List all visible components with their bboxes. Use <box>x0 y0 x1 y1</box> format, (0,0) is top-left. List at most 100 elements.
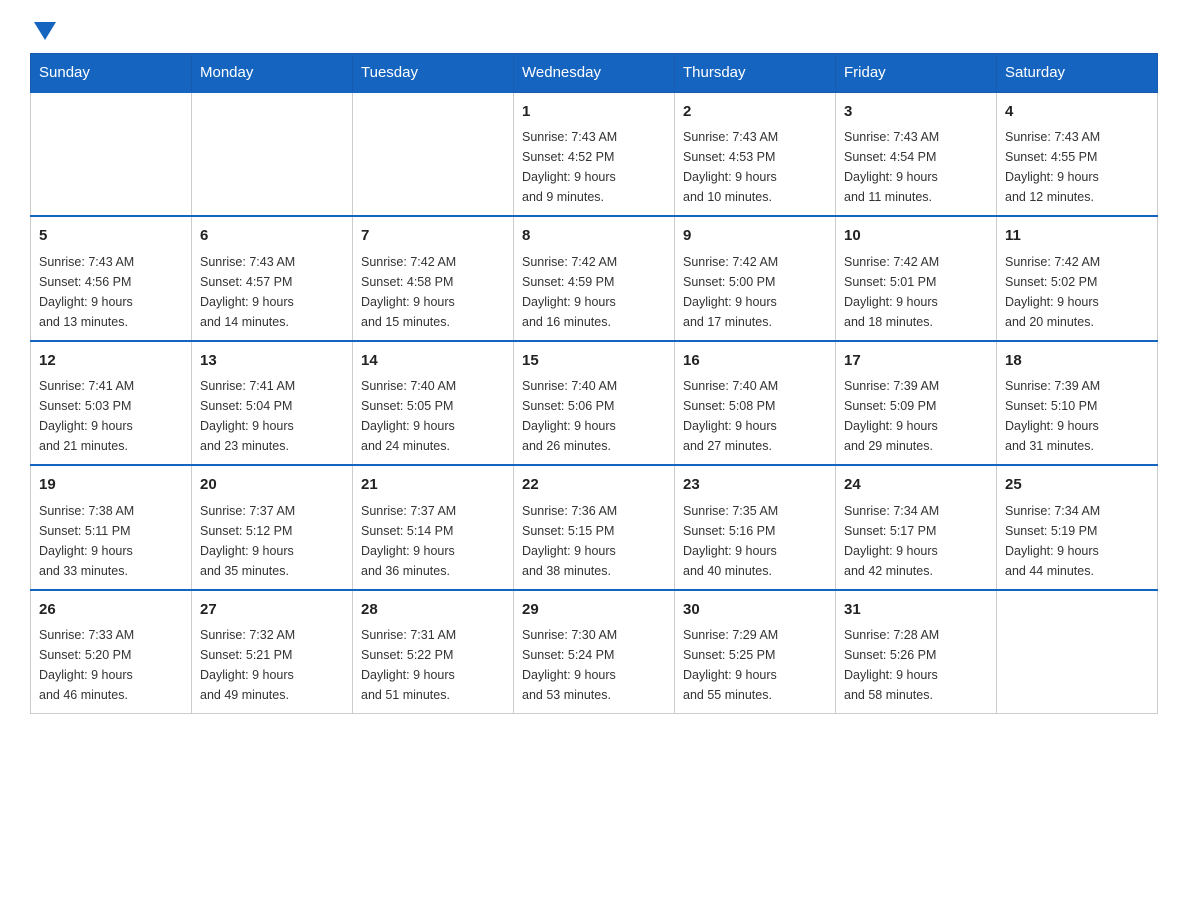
day-number: 25 <box>1005 474 1149 497</box>
calendar-cell: 22 Sunrise: 7:36 AM Sunset: 5:15 PM Dayli… <box>514 465 675 590</box>
day-number: 8 <box>522 225 666 248</box>
day-number: 26 <box>39 599 183 622</box>
calendar-cell: 15 Sunrise: 7:40 AM Sunset: 5:06 PM Dayli… <box>514 341 675 466</box>
day-number: 13 <box>200 350 344 373</box>
day-number: 11 <box>1005 225 1149 248</box>
calendar-cell: 12 Sunrise: 7:41 AM Sunset: 5:03 PM Dayli… <box>31 341 192 466</box>
day-number: 2 <box>683 101 827 124</box>
day-info: Sunrise: 7:40 AM Sunset: 5:05 PM Dayligh… <box>361 376 505 456</box>
day-info: Sunrise: 7:29 AM Sunset: 5:25 PM Dayligh… <box>683 625 827 705</box>
calendar-week-row: 1Sunrise: 7:43 AM Sunset: 4:52 PM Daylig… <box>31 92 1158 216</box>
calendar-cell: 29 Sunrise: 7:30 AM Sunset: 5:24 PM Dayli… <box>514 590 675 714</box>
calendar-week-row: 26Sunrise: 7:33 AM Sunset: 5:20 PM Dayli… <box>31 590 1158 714</box>
day-number: 6 <box>200 225 344 248</box>
calendar-cell: 6 Sunrise: 7:43 AM Sunset: 4:57 PM Daylig… <box>192 216 353 341</box>
day-number: 22 <box>522 474 666 497</box>
day-info: Sunrise: 7:43 AM Sunset: 4:56 PM Dayligh… <box>39 252 183 332</box>
logo-arrow-icon <box>34 22 56 44</box>
calendar-cell: 30 Sunrise: 7:29 AM Sunset: 5:25 PM Dayli… <box>675 590 836 714</box>
day-number: 5 <box>39 225 183 248</box>
day-info: Sunrise: 7:32 AM Sunset: 5:21 PM Dayligh… <box>200 625 344 705</box>
calendar-cell: 24Sunrise: 7:34 AM Sunset: 5:17 PM Dayli… <box>836 465 997 590</box>
day-info: Sunrise: 7:38 AM Sunset: 5:11 PM Dayligh… <box>39 501 183 581</box>
day-info: Sunrise: 7:42 AM Sunset: 5:02 PM Dayligh… <box>1005 252 1149 332</box>
day-info: Sunrise: 7:39 AM Sunset: 5:09 PM Dayligh… <box>844 376 988 456</box>
calendar-cell: 10 Sunrise: 7:42 AM Sunset: 5:01 PM Dayli… <box>836 216 997 341</box>
day-info: Sunrise: 7:41 AM Sunset: 5:03 PM Dayligh… <box>39 376 183 456</box>
calendar-cell: 23Sunrise: 7:35 AM Sunset: 5:16 PM Dayli… <box>675 465 836 590</box>
calendar-cell: 11 Sunrise: 7:42 AM Sunset: 5:02 PM Dayli… <box>997 216 1158 341</box>
calendar-cell <box>997 590 1158 714</box>
day-number: 10 <box>844 225 988 248</box>
day-number: 29 <box>522 599 666 622</box>
day-info: Sunrise: 7:36 AM Sunset: 5:15 PM Dayligh… <box>522 501 666 581</box>
day-number: 28 <box>361 599 505 622</box>
day-number: 1 <box>522 101 666 124</box>
day-info: Sunrise: 7:37 AM Sunset: 5:14 PM Dayligh… <box>361 501 505 581</box>
day-number: 19 <box>39 474 183 497</box>
day-number: 12 <box>39 350 183 373</box>
day-number: 30 <box>683 599 827 622</box>
day-number: 31 <box>844 599 988 622</box>
day-info: Sunrise: 7:42 AM Sunset: 4:59 PM Dayligh… <box>522 252 666 332</box>
day-info: Sunrise: 7:42 AM Sunset: 5:01 PM Dayligh… <box>844 252 988 332</box>
calendar-cell: 31 Sunrise: 7:28 AM Sunset: 5:26 PM Dayli… <box>836 590 997 714</box>
calendar-cell: 2 Sunrise: 7:43 AM Sunset: 4:53 PM Daylig… <box>675 92 836 216</box>
day-info: Sunrise: 7:34 AM Sunset: 5:17 PM Dayligh… <box>844 501 988 581</box>
calendar-cell: 21 Sunrise: 7:37 AM Sunset: 5:14 PM Dayli… <box>353 465 514 590</box>
weekday-header-monday: Monday <box>192 54 353 93</box>
calendar-cell: 7 Sunrise: 7:42 AM Sunset: 4:58 PM Daylig… <box>353 216 514 341</box>
day-number: 18 <box>1005 350 1149 373</box>
weekday-header-wednesday: Wednesday <box>514 54 675 93</box>
day-info: Sunrise: 7:43 AM Sunset: 4:54 PM Dayligh… <box>844 127 988 207</box>
day-number: 17 <box>844 350 988 373</box>
day-number: 16 <box>683 350 827 373</box>
weekday-header-friday: Friday <box>836 54 997 93</box>
calendar-cell: 18 Sunrise: 7:39 AM Sunset: 5:10 PM Dayli… <box>997 341 1158 466</box>
calendar-cell: 9 Sunrise: 7:42 AM Sunset: 5:00 PM Daylig… <box>675 216 836 341</box>
calendar-table: SundayMondayTuesdayWednesdayThursdayFrid… <box>30 53 1158 714</box>
weekday-header-sunday: Sunday <box>31 54 192 93</box>
calendar-cell: 4 Sunrise: 7:43 AM Sunset: 4:55 PM Daylig… <box>997 92 1158 216</box>
day-info: Sunrise: 7:43 AM Sunset: 4:55 PM Dayligh… <box>1005 127 1149 207</box>
weekday-header-thursday: Thursday <box>675 54 836 93</box>
day-number: 3 <box>844 101 988 124</box>
calendar-cell: 17 Sunrise: 7:39 AM Sunset: 5:09 PM Dayli… <box>836 341 997 466</box>
weekday-header-row: SundayMondayTuesdayWednesdayThursdayFrid… <box>31 54 1158 93</box>
page-header <box>30 20 1158 43</box>
day-number: 7 <box>361 225 505 248</box>
calendar-week-row: 19 Sunrise: 7:38 AM Sunset: 5:11 PM Dayli… <box>31 465 1158 590</box>
calendar-cell: 14Sunrise: 7:40 AM Sunset: 5:05 PM Dayli… <box>353 341 514 466</box>
day-info: Sunrise: 7:30 AM Sunset: 5:24 PM Dayligh… <box>522 625 666 705</box>
day-number: 4 <box>1005 101 1149 124</box>
day-info: Sunrise: 7:43 AM Sunset: 4:53 PM Dayligh… <box>683 127 827 207</box>
calendar-cell: 20Sunrise: 7:37 AM Sunset: 5:12 PM Dayli… <box>192 465 353 590</box>
calendar-cell: 16 Sunrise: 7:40 AM Sunset: 5:08 PM Dayli… <box>675 341 836 466</box>
calendar-cell: 19 Sunrise: 7:38 AM Sunset: 5:11 PM Dayli… <box>31 465 192 590</box>
day-info: Sunrise: 7:42 AM Sunset: 4:58 PM Dayligh… <box>361 252 505 332</box>
calendar-cell: 1Sunrise: 7:43 AM Sunset: 4:52 PM Daylig… <box>514 92 675 216</box>
calendar-cell: 8 Sunrise: 7:42 AM Sunset: 4:59 PM Daylig… <box>514 216 675 341</box>
day-info: Sunrise: 7:28 AM Sunset: 5:26 PM Dayligh… <box>844 625 988 705</box>
calendar-cell: 13 Sunrise: 7:41 AM Sunset: 5:04 PM Dayli… <box>192 341 353 466</box>
calendar-cell: 28 Sunrise: 7:31 AM Sunset: 5:22 PM Dayli… <box>353 590 514 714</box>
weekday-header-saturday: Saturday <box>997 54 1158 93</box>
calendar-cell <box>192 92 353 216</box>
calendar-cell <box>31 92 192 216</box>
day-number: 20 <box>200 474 344 497</box>
calendar-week-row: 5 Sunrise: 7:43 AM Sunset: 4:56 PM Daylig… <box>31 216 1158 341</box>
day-info: Sunrise: 7:41 AM Sunset: 5:04 PM Dayligh… <box>200 376 344 456</box>
day-info: Sunrise: 7:31 AM Sunset: 5:22 PM Dayligh… <box>361 625 505 705</box>
day-info: Sunrise: 7:43 AM Sunset: 4:57 PM Dayligh… <box>200 252 344 332</box>
day-number: 15 <box>522 350 666 373</box>
day-number: 21 <box>361 474 505 497</box>
day-info: Sunrise: 7:40 AM Sunset: 5:06 PM Dayligh… <box>522 376 666 456</box>
calendar-cell <box>353 92 514 216</box>
day-number: 9 <box>683 225 827 248</box>
day-number: 23 <box>683 474 827 497</box>
logo <box>30 20 56 43</box>
day-info: Sunrise: 7:39 AM Sunset: 5:10 PM Dayligh… <box>1005 376 1149 456</box>
day-info: Sunrise: 7:40 AM Sunset: 5:08 PM Dayligh… <box>683 376 827 456</box>
day-info: Sunrise: 7:34 AM Sunset: 5:19 PM Dayligh… <box>1005 501 1149 581</box>
day-info: Sunrise: 7:42 AM Sunset: 5:00 PM Dayligh… <box>683 252 827 332</box>
